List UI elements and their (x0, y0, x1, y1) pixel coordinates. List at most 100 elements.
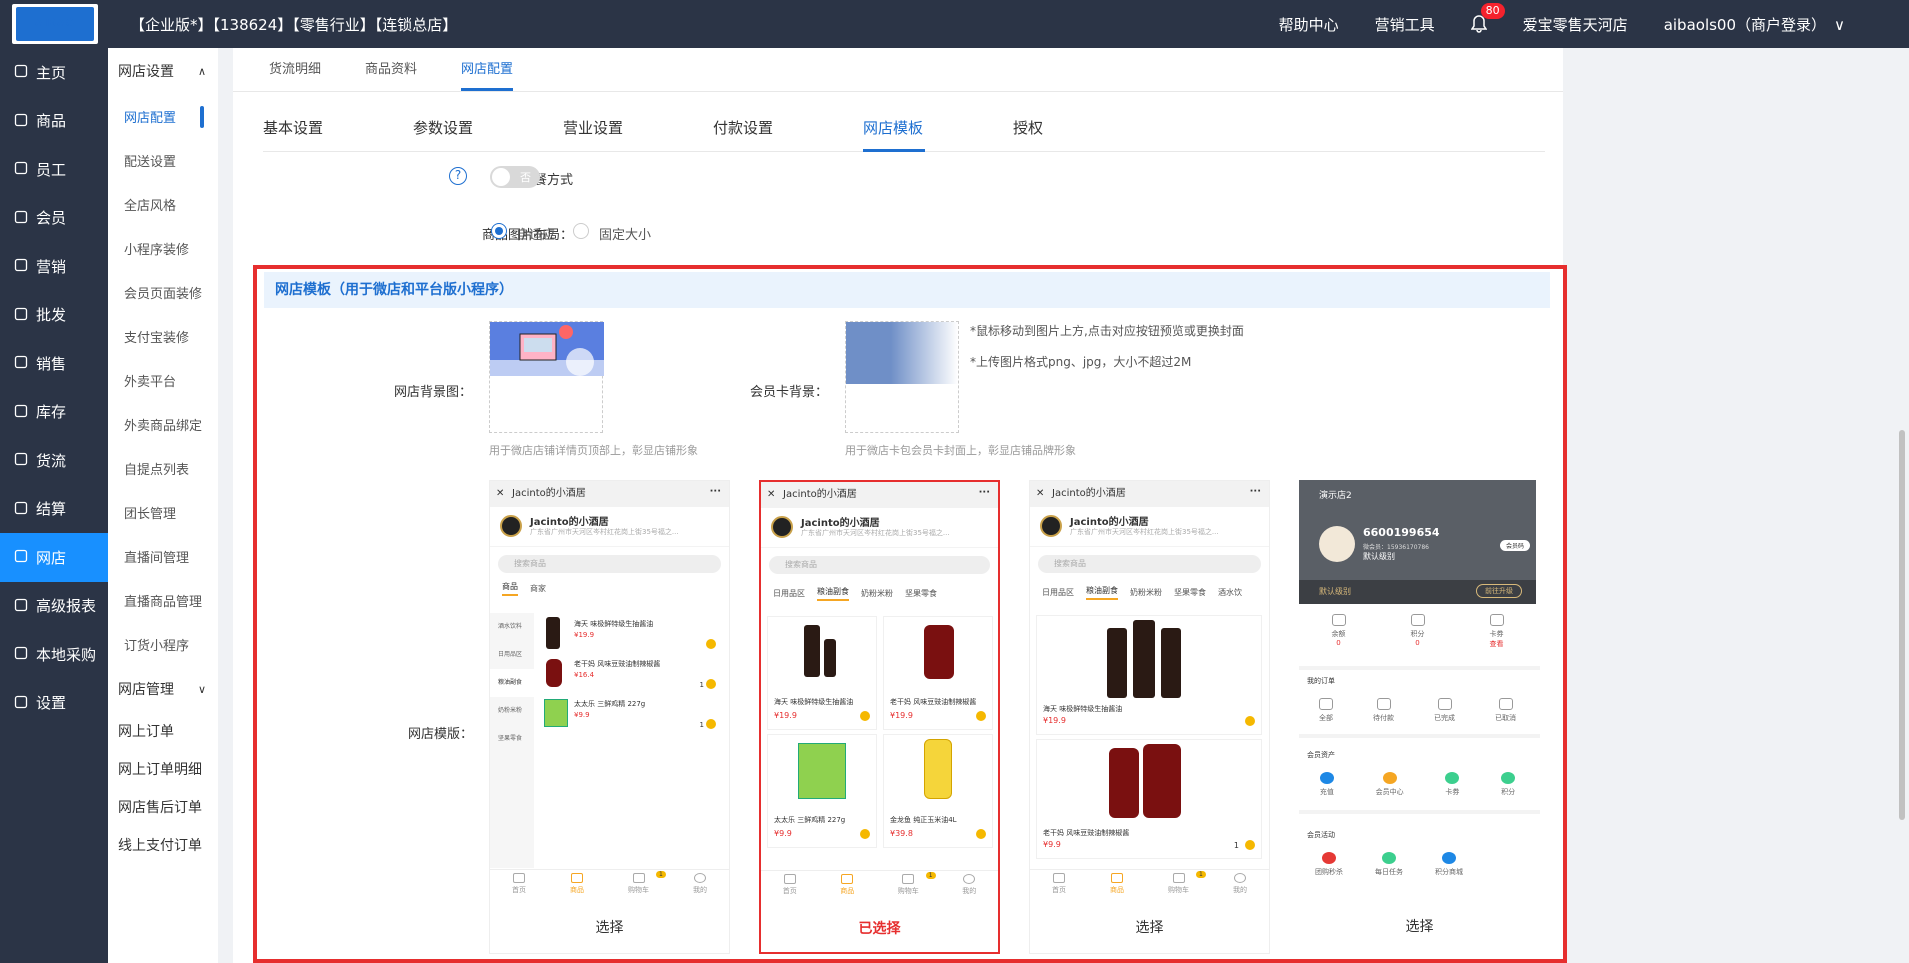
nav-item-6[interactable]: 销售 (0, 339, 108, 388)
subnav-group-shop-management[interactable]: 网店管理 ∨ (108, 666, 218, 712)
nav-item-1[interactable]: 商品 (0, 97, 108, 146)
select-button[interactable]: 选择 (1030, 917, 1269, 937)
tab-shop-config[interactable]: 网店配置 (461, 48, 514, 91)
stat-points: 积分 0 (1410, 614, 1425, 649)
help-icon[interactable]: ? (449, 167, 467, 185)
template-card-1[interactable]: ✕ Jacinto的小酒居 ··· Jacinto的小酒居 广东省广州市天河区岑村红花… (489, 480, 730, 954)
marketing-tools-link[interactable]: 营销工具 (1375, 14, 1435, 35)
subnav-item-5[interactable]: 支付宝装修 (108, 314, 218, 358)
cfg-tab-params[interactable]: 参数设置 (413, 104, 563, 151)
nav-item-8[interactable]: 货流 (0, 436, 108, 485)
subnav-item-9[interactable]: 团长管理 (108, 490, 218, 534)
sub-navigation: 网店设置 ∧ 网店配置 配送设置 全店风格 小程序装修 会员页面装修 支付宝装修 外卖平台 外卖… (108, 48, 218, 963)
subnav-item-3[interactable]: 小程序装修 (108, 226, 218, 270)
cfg-tab-payment[interactable]: 付款设置 (713, 104, 863, 151)
notification-bell-icon[interactable]: 80 (1470, 3, 1505, 33)
upload-tip-2: *上传图片格式png、jpg，大小不超过2M (970, 355, 1192, 369)
nav-item-11[interactable]: 高级报表 (0, 582, 108, 631)
nav-item-label: 主页 (36, 63, 67, 82)
subnav-link-0[interactable]: 网上订单 (108, 712, 218, 750)
add-icon (1245, 840, 1255, 850)
product-row: 海天 味极鲜特级生抽酱油 ¥19.9 (538, 615, 728, 653)
nav-item-2[interactable]: 员工 (0, 145, 108, 194)
subnav-item-12[interactable]: 订货小程序 (108, 622, 218, 666)
user-menu[interactable]: aibaols00（商户登录） ∨ (1664, 14, 1881, 35)
flow-icon (14, 452, 30, 468)
tab-bar: 商品 商家 (490, 573, 729, 603)
radio-fixed[interactable] (573, 223, 589, 239)
search-bar: 搜索商品 (498, 555, 721, 573)
member-card-upload[interactable] (845, 321, 959, 433)
nav-item-3[interactable]: 会员 (0, 194, 108, 243)
gear-icon (14, 695, 30, 711)
nav-item-13[interactable]: 设置 (0, 679, 108, 728)
nav-item-9[interactable]: 结算 (0, 485, 108, 534)
nav-item-10[interactable]: 网店 (0, 533, 108, 582)
nav-item-12[interactable]: 本地采购 (0, 630, 108, 679)
close-icon: ✕ (496, 488, 505, 499)
purchase-icon (14, 646, 30, 662)
product-price: ¥19.9 (574, 631, 595, 639)
template-card-4[interactable]: 演示店2 6600199654 微会员：15936170786 默认级别 会员码… (1299, 480, 1540, 954)
add-icon (976, 829, 986, 839)
dine-mode-toggle[interactable]: 否 (490, 166, 540, 188)
cfg-tab-auth[interactable]: 授权 (1013, 104, 1163, 151)
radio-adaptive[interactable] (491, 223, 507, 239)
nav-item-label: 员工 (36, 160, 67, 179)
selected-button[interactable]: 已选择 (761, 918, 998, 938)
radio-fixed-label[interactable]: 固定大小 (599, 224, 651, 243)
more-icon: ··· (1249, 486, 1261, 497)
chili-sauce-image (924, 625, 954, 679)
product-name: 太太乐 三鲜鸡精 227g (574, 700, 646, 708)
bg-image-upload[interactable] (489, 321, 604, 433)
shop-name: Jacinto的小酒居 (530, 517, 609, 528)
template-card-3[interactable]: ✕ Jacinto的小酒居 ··· Jacinto的小酒居 广东省广州市天河区岑村红花… (1029, 480, 1270, 954)
member-icon (14, 210, 30, 226)
nav-item-0[interactable]: 主页 (0, 48, 108, 97)
subnav-link-2[interactable]: 网店售后订单 (108, 788, 218, 826)
subnav-group-shop-settings[interactable]: 网店设置 ∧ (108, 48, 218, 94)
subnav-item-6[interactable]: 外卖平台 (108, 358, 218, 402)
cfg-tab-template[interactable]: 网店模板 (863, 104, 1013, 152)
footer-mine: 我的 (962, 874, 976, 902)
store-name[interactable]: 爱宝零售天河店 (1523, 14, 1628, 35)
tab-flow-detail[interactable]: 货流明细 (269, 48, 321, 91)
subnav-item-0[interactable]: 网店配置 (108, 94, 218, 138)
subnav-item-1[interactable]: 配送设置 (108, 138, 218, 182)
subnav-item-8[interactable]: 自提点列表 (108, 446, 218, 490)
help-center-link[interactable]: 帮助中心 (1279, 14, 1339, 35)
radio-adaptive-label[interactable]: 自适应 (516, 224, 555, 243)
category-tab: 坚果零食 (905, 588, 937, 598)
tab-product-info[interactable]: 商品资料 (365, 48, 417, 91)
subnav-item-10[interactable]: 直播间管理 (108, 534, 218, 578)
subnav-item-2[interactable]: 全店风格 (108, 182, 218, 226)
nav-item-label: 设置 (36, 694, 67, 713)
more-icon: ··· (978, 487, 990, 498)
search-placeholder: 搜索商品 (1054, 559, 1086, 568)
subnav-item-11[interactable]: 直播商品管理 (108, 578, 218, 622)
select-button[interactable]: 选择 (490, 917, 729, 937)
member-level-bar: 默认级别 (1319, 587, 1351, 596)
nav-item-7[interactable]: 库存 (0, 388, 108, 437)
nav-item-label: 货流 (36, 451, 67, 470)
cfg-tab-basic[interactable]: 基本设置 (263, 104, 413, 151)
footer-goods: 商品 (570, 873, 584, 901)
dine-mode-row: 显示就餐方式 ? 否 (233, 163, 1563, 193)
subnav-link-1[interactable]: 网上订单明细 (108, 750, 218, 788)
subnav-link-3[interactable]: 线上支付订单 (108, 826, 218, 864)
logo-text: AIBAO (34, 17, 76, 29)
shop-address: 广东省广州市天河区岑村红花岗上街35号福之... (1070, 528, 1219, 536)
subnav-item-4[interactable]: 会员页面装修 (108, 270, 218, 314)
product-name: 太太乐 三鲜鸡精 227g (774, 816, 846, 824)
select-button[interactable]: 选择 (1299, 916, 1540, 936)
category-item: 坚果零食 (498, 735, 523, 742)
nav-item-5[interactable]: 批发 (0, 291, 108, 340)
nav-item-4[interactable]: 营销 (0, 242, 108, 291)
aibao-logo[interactable]: AIBAO (12, 4, 98, 44)
product-qty: 1 (1233, 841, 1239, 850)
subnav-item-7[interactable]: 外卖商品绑定 (108, 402, 218, 446)
template-card-2[interactable]: ✕ Jacinto的小酒居 ··· Jacinto的小酒居 广东省广州市天河区岑村红花… (759, 480, 1000, 954)
cfg-tab-business[interactable]: 营业设置 (563, 104, 713, 151)
page-scrollbar[interactable] (1899, 430, 1905, 820)
footer-cart: 购物车 1 (898, 872, 936, 902)
